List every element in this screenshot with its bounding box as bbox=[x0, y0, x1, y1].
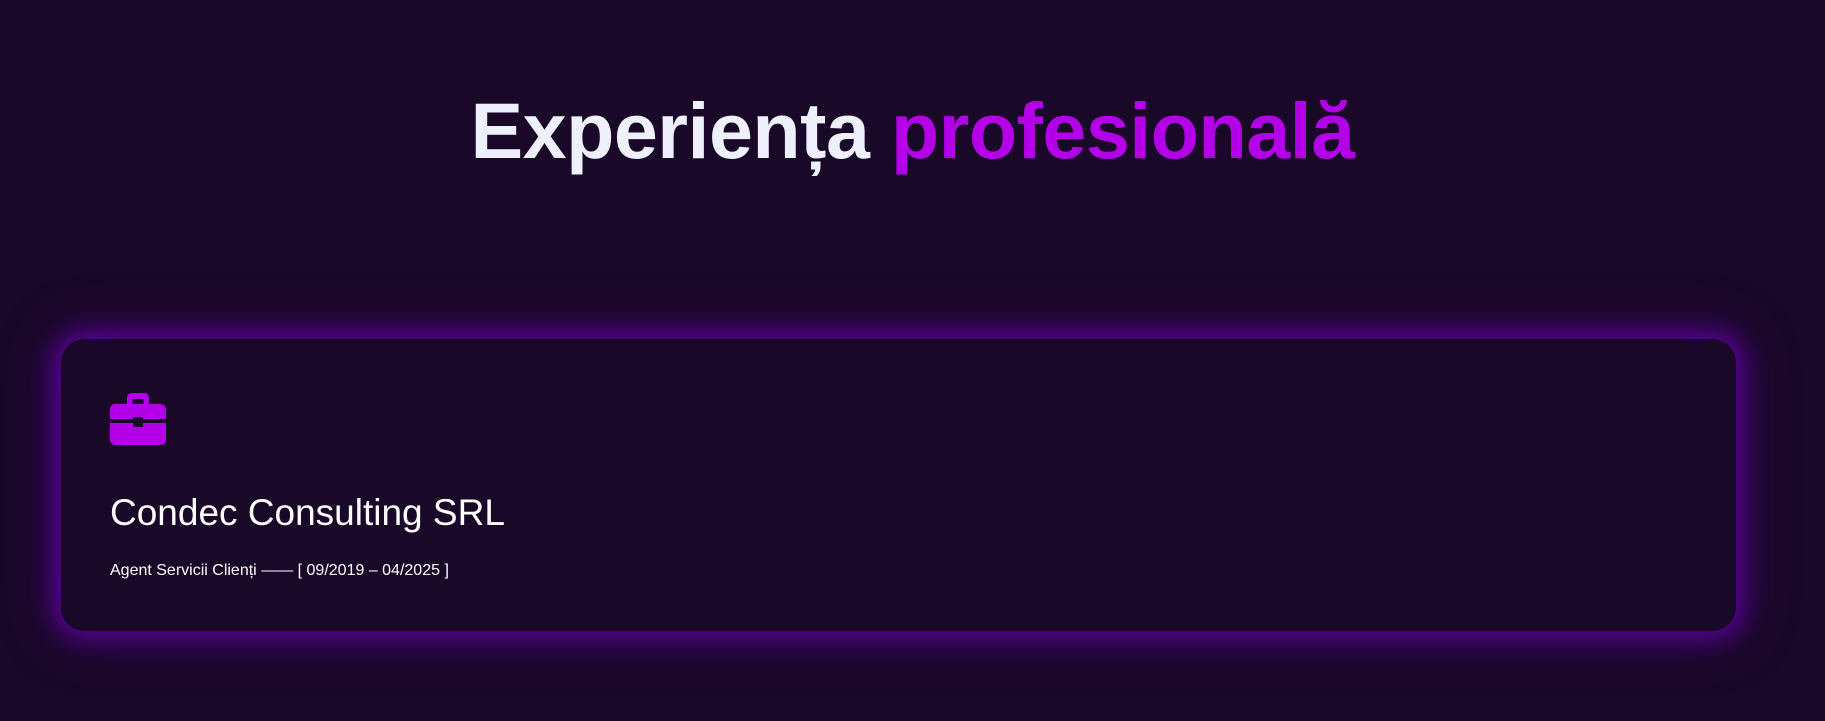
briefcase-icon bbox=[110, 391, 166, 445]
section-title-part1: Experiența bbox=[470, 86, 870, 175]
role-separator: —— bbox=[261, 562, 294, 579]
experience-card: Condec Consulting SRL Agent Servicii Cli… bbox=[61, 339, 1736, 631]
job-details: Agent Servicii Clienți —— [ 09/2019 – 04… bbox=[110, 561, 449, 580]
experience-section: Experiența profesională Condec Consultin… bbox=[0, 0, 1825, 721]
section-title-part2: profesională bbox=[890, 86, 1355, 175]
job-role: Agent Servicii Clienți bbox=[110, 562, 257, 579]
section-title: Experiența profesională bbox=[0, 86, 1825, 175]
job-period: [ 09/2019 – 04/2025 ] bbox=[297, 562, 449, 579]
company-name: Condec Consulting SRL bbox=[110, 492, 505, 533]
